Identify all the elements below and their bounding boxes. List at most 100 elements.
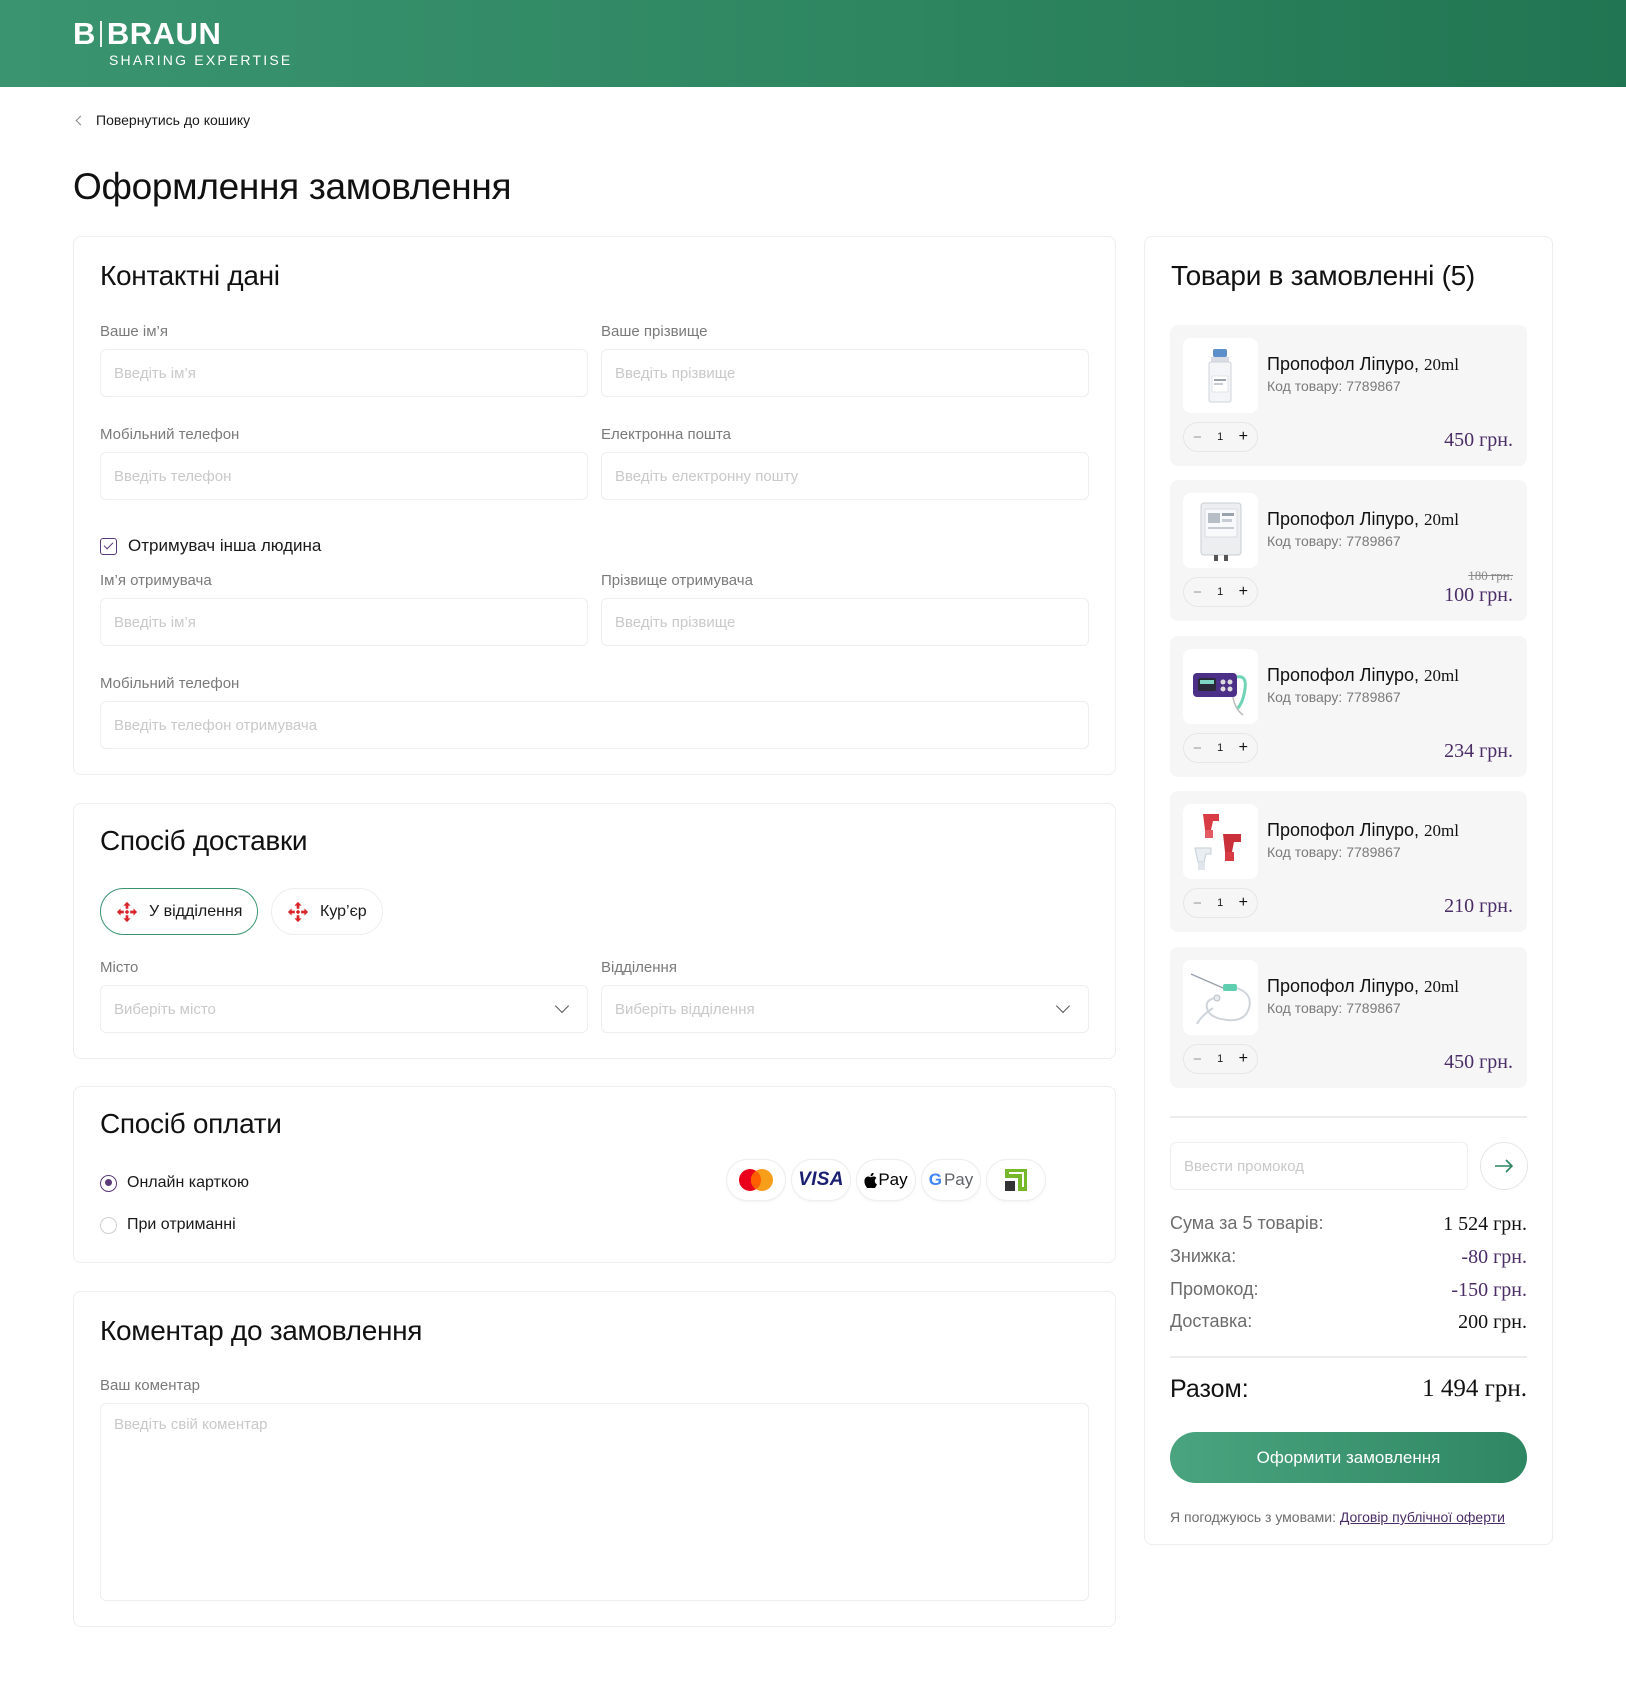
place-order-button[interactable]: Оформити замовлення xyxy=(1170,1432,1527,1483)
apple-pay-icon: Pay xyxy=(857,1160,915,1200)
first-name-label: Ваше ім’я xyxy=(100,323,168,340)
item-price: 450 грн. xyxy=(1444,1051,1513,1073)
apple-logo-icon xyxy=(864,1172,878,1188)
recipient-phone-label: Мобільний телефон xyxy=(100,675,240,692)
promo-code-input[interactable] xyxy=(1170,1142,1468,1190)
recipient-last-name-input[interactable] xyxy=(601,598,1089,646)
quantity-stepper[interactable]: − 1 + xyxy=(1183,888,1258,918)
divider xyxy=(1170,1116,1527,1118)
quantity-value: 1 xyxy=(1217,742,1224,754)
delivery-section: Спосіб доставки У відділення Кур’єр Міст… xyxy=(73,803,1116,1059)
cart-item: Пропофол Ліпуро, 20ml Код товару: 778986… xyxy=(1170,791,1527,932)
plus-icon[interactable]: + xyxy=(1239,1050,1248,1068)
last-name-label: Ваше прізвище xyxy=(601,323,708,340)
back-to-cart-link[interactable]: Повернутись до кошику xyxy=(73,112,250,128)
branch-select[interactable]: Виберіть відділення xyxy=(601,985,1089,1033)
summary-promo: Промокод: -150 грн. xyxy=(1170,1279,1527,1301)
recipient-first-name-input[interactable] xyxy=(100,598,588,646)
order-summary: Товари в замовленні (5) Пропофол Ліпуро,… xyxy=(1144,236,1553,1545)
plus-icon[interactable]: + xyxy=(1239,894,1248,912)
item-price: 234 грн. xyxy=(1444,740,1513,762)
item-price: 210 грн. xyxy=(1444,895,1513,917)
item-code: Код товару: 7789867 xyxy=(1267,533,1401,549)
public-offer-link[interactable]: Договір публічної оферти xyxy=(1340,1509,1505,1525)
item-name: Пропофол Ліпуро, 20ml xyxy=(1267,820,1459,840)
city-select[interactable]: Виберіть місто xyxy=(100,985,588,1033)
item-price: 100 грн. xyxy=(1444,584,1513,606)
phone-input[interactable] xyxy=(100,452,588,500)
quantity-stepper[interactable]: − 1 + xyxy=(1183,422,1258,452)
quantity-stepper[interactable]: − 1 + xyxy=(1183,733,1258,763)
item-name: Пропофол Ліпуро, 20ml xyxy=(1267,976,1459,996)
back-link-label: Повернутись до кошику xyxy=(96,112,251,128)
minus-icon[interactable]: − xyxy=(1193,429,1202,446)
contact-section: Контактні дані Ваше ім’я Ваше прізвище М… xyxy=(73,236,1116,775)
google-pay-icon: G Pay xyxy=(922,1160,980,1200)
delivery-option-branch[interactable]: У відділення xyxy=(100,888,258,935)
payment-on-delivery-label: При отриманні xyxy=(127,1216,236,1233)
delivery-option-courier-label: Кур’єр xyxy=(320,902,367,920)
city-label: Місто xyxy=(100,959,139,976)
order-total: Разом: 1 494 грн. xyxy=(1170,1375,1527,1404)
minus-icon[interactable]: − xyxy=(1193,740,1202,757)
plus-icon[interactable]: + xyxy=(1239,583,1248,601)
payment-online-card-label: Онлайн карткою xyxy=(127,1174,249,1191)
other-recipient-label: Отримувач інша людина xyxy=(128,536,322,555)
comment-section: Коментар до замовлення Ваш коментар xyxy=(73,1291,1116,1627)
mastercard-icon xyxy=(727,1160,785,1200)
summary-discount: Знижка: -80 грн. xyxy=(1170,1246,1527,1268)
email-input[interactable] xyxy=(601,452,1089,500)
quantity-value: 1 xyxy=(1217,1053,1224,1065)
braun-logo[interactable]: B BRAUN SHARING EXPERTISE xyxy=(73,16,292,69)
recipient-phone-input[interactable] xyxy=(100,701,1089,749)
divider xyxy=(1170,1356,1527,1358)
logo-wordmark: B BRAUN xyxy=(73,16,222,51)
item-code: Код товару: 7789867 xyxy=(1267,378,1401,394)
summary-delivery: Доставка: 200 грн. xyxy=(1170,1311,1527,1333)
plus-icon[interactable]: + xyxy=(1239,739,1248,757)
nova-poshta-icon xyxy=(116,901,138,922)
chevron-down-icon xyxy=(554,998,570,1014)
email-label: Електронна пошта xyxy=(601,426,732,443)
payment-on-delivery-radio[interactable]: При отриманні xyxy=(100,1216,236,1234)
nova-poshta-icon xyxy=(287,901,309,922)
contact-section-title: Контактні дані xyxy=(100,260,280,291)
header-bar: B BRAUN SHARING EXPERTISE xyxy=(0,0,1626,87)
item-code: Код товару: 7789867 xyxy=(1267,689,1401,705)
cart-item: Пропофол Ліпуро, 20ml Код товару: 778986… xyxy=(1170,636,1527,777)
item-price: 450 грн. xyxy=(1444,429,1513,451)
branch-select-placeholder: Виберіть відділення xyxy=(615,1000,755,1018)
apply-promo-button[interactable] xyxy=(1480,1142,1528,1190)
terms-note: Я погоджуюсь з умовами: Договір публічно… xyxy=(1170,1509,1505,1525)
minus-icon[interactable]: − xyxy=(1193,895,1202,912)
other-recipient-checkbox[interactable]: Отримувач інша людина xyxy=(100,536,321,556)
delivery-option-courier[interactable]: Кур’єр xyxy=(271,888,383,935)
minus-icon[interactable]: − xyxy=(1193,584,1202,601)
last-name-input[interactable] xyxy=(601,349,1089,397)
chevron-left-icon xyxy=(75,115,86,125)
comment-textarea[interactable] xyxy=(100,1403,1089,1601)
first-name-input[interactable] xyxy=(100,349,588,397)
phone-label: Мобільний телефон xyxy=(100,426,240,443)
quantity-stepper[interactable]: − 1 + xyxy=(1183,577,1258,607)
recipient-first-name-label: Ім’я отримувача xyxy=(100,572,212,589)
item-name: Пропофол Ліпуро, 20ml xyxy=(1267,665,1459,685)
cart-item: Пропофол Ліпуро, 20ml Код товару: 778986… xyxy=(1170,947,1527,1088)
product-image-spray-triggers xyxy=(1183,804,1258,879)
quantity-stepper[interactable]: − 1 + xyxy=(1183,1044,1258,1074)
delivery-option-branch-label: У відділення xyxy=(149,902,243,920)
item-name: Пропофол Ліпуро, 20ml xyxy=(1267,354,1459,374)
minus-icon[interactable]: − xyxy=(1193,1051,1202,1068)
visa-icon: VISA xyxy=(792,1160,850,1200)
payment-section-title: Спосіб оплати xyxy=(100,1108,282,1139)
item-code: Код товару: 7789867 xyxy=(1267,1000,1401,1016)
product-image-catheter-set xyxy=(1183,960,1258,1035)
checkbox-checked-icon xyxy=(100,537,117,555)
product-image-infusion-bag xyxy=(1183,493,1258,568)
payment-online-card-radio[interactable]: Онлайн карткою xyxy=(100,1174,249,1192)
comment-label: Ваш коментар xyxy=(100,1377,200,1394)
summary-subtotal: Сума за 5 товарів: 1 524 грн. xyxy=(1170,1213,1527,1235)
plus-icon[interactable]: + xyxy=(1239,428,1248,446)
privatbank-icon xyxy=(987,1160,1045,1200)
payment-methods: VISA Pay G Pay xyxy=(727,1160,1052,1200)
